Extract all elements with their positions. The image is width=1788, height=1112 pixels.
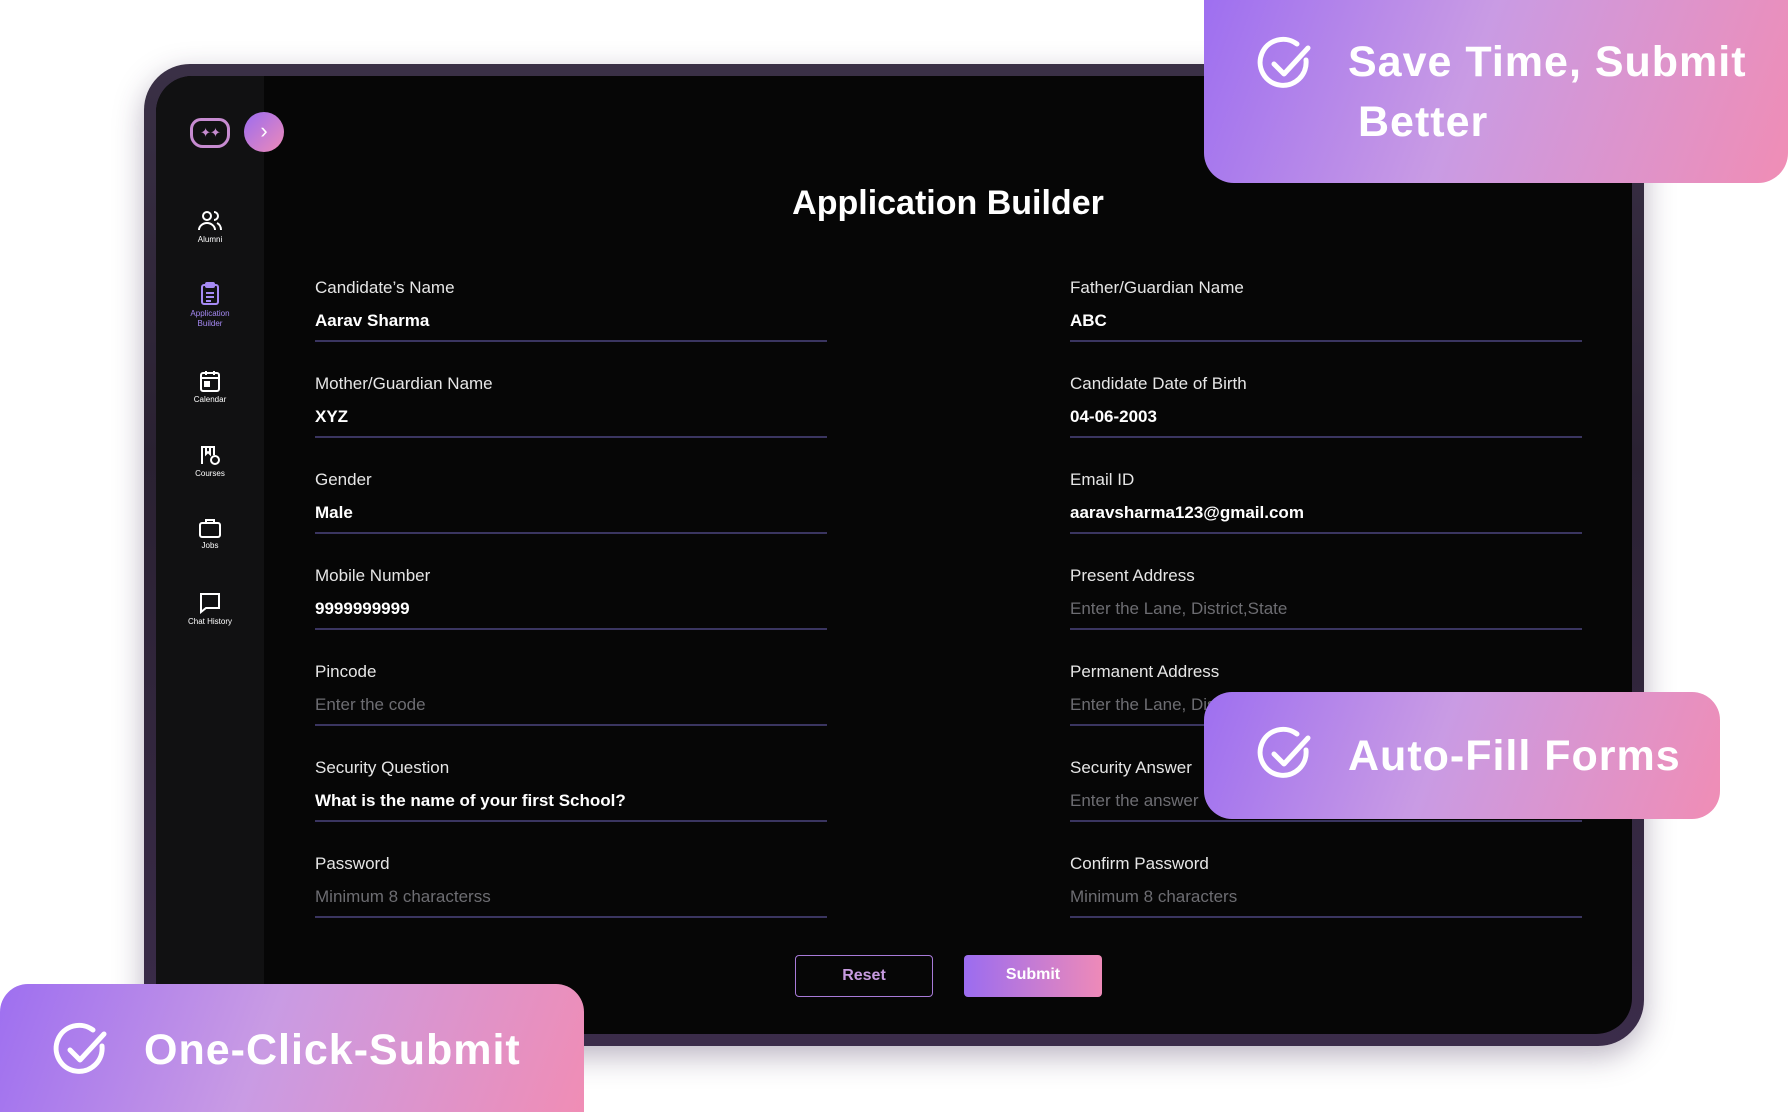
field-label: Gender — [315, 470, 372, 489]
gender-field[interactable]: Gender Male — [315, 470, 827, 534]
confirm-password-field[interactable]: Confirm Password Minimum 8 characters — [1070, 854, 1582, 918]
courses-icon — [201, 446, 220, 465]
dob-field[interactable]: Candidate Date of Birth 04-06-2003 — [1070, 374, 1582, 438]
sidebar-item-chat-history[interactable]: Chat History — [156, 592, 264, 627]
callout-save-time: Save Time, Submit Better — [1204, 0, 1788, 183]
field-placeholder: Minimum 8 characterss — [315, 887, 491, 906]
field-label: Mobile Number — [315, 566, 431, 585]
callout-auto-fill: Auto-Fill Forms — [1204, 692, 1720, 819]
sidebar-item-label: Application Builder — [190, 309, 230, 328]
chevron-right-icon: › — [260, 118, 268, 143]
field-placeholder: Enter the Lane, District,State — [1070, 599, 1288, 618]
field-label: Mother/Guardian Name — [315, 374, 493, 393]
sidebar-item-label: Courses — [195, 469, 225, 478]
field-value: 9999999999 — [315, 599, 410, 618]
email-field[interactable]: Email ID aaravsharma123@gmail.com — [1070, 470, 1582, 534]
chat-icon — [200, 593, 220, 614]
password-field[interactable]: Password Minimum 8 characterss — [315, 854, 827, 918]
mobile-number-field[interactable]: Mobile Number 9999999999 — [315, 566, 827, 630]
field-label: Security Answer — [1070, 758, 1192, 777]
check-circle-icon — [1257, 726, 1311, 778]
briefcase-icon — [199, 519, 221, 538]
father-name-field[interactable]: Father/Guardian Name ABC — [1070, 278, 1582, 342]
callout-text: Auto-Fill Forms — [1348, 732, 1681, 780]
sidebar-item-jobs[interactable]: Jobs — [156, 518, 264, 551]
page-title: Application Builder — [792, 184, 1104, 222]
field-label: Candidate Date of Birth — [1070, 374, 1247, 393]
field-value: Male — [315, 503, 353, 522]
expand-sidebar-button[interactable]: › — [244, 112, 284, 152]
field-value: XYZ — [315, 407, 349, 426]
app-screen: ✦✦ Alumni Application Builder Calendar Co… — [156, 76, 1632, 1034]
app-logo-icon: ✦✦ — [190, 118, 230, 148]
callout-text: Better — [1358, 98, 1489, 146]
sidebar-item-courses[interactable]: Courses — [156, 444, 264, 479]
calendar-icon — [200, 371, 220, 392]
sidebar-item-label: Calendar — [193, 395, 227, 404]
sidebar-item-label: Alumni — [197, 235, 223, 244]
field-label: Father/Guardian Name — [1070, 278, 1244, 297]
callout-one-click: One-Click-Submit — [0, 984, 584, 1112]
check-circle-icon — [53, 1022, 107, 1074]
callout-text: One-Click-Submit — [144, 1026, 521, 1074]
clipboard-icon — [201, 282, 219, 305]
sidebar-item-calendar[interactable]: Calendar — [156, 370, 264, 405]
candidate-name-field[interactable]: Candidate’s Name Aarav Sharma — [315, 278, 827, 342]
sidebar-item-label: Jobs — [201, 541, 219, 550]
field-value: What is the name of your first School? — [315, 791, 626, 810]
field-value: 04-06-2003 — [1070, 407, 1157, 426]
field-label: Password — [315, 854, 390, 873]
security-question-field[interactable]: Security Question What is the name of yo… — [315, 758, 827, 822]
mother-name-field[interactable]: Mother/Guardian Name XYZ — [315, 374, 827, 438]
field-value: aaravsharma123@gmail.com — [1070, 503, 1304, 522]
pincode-field[interactable]: Pincode Enter the code — [315, 662, 827, 726]
field-label: Pincode — [315, 662, 377, 681]
field-label: Confirm Password — [1070, 854, 1209, 873]
field-label: Permanent Address — [1070, 662, 1220, 681]
submit-button[interactable]: Submit — [964, 955, 1102, 997]
field-label: Email ID — [1070, 470, 1135, 489]
present-address-field[interactable]: Present Address Enter the Lane, District… — [1070, 566, 1582, 630]
field-placeholder: Enter the answer — [1070, 791, 1199, 810]
reset-button[interactable]: Reset — [795, 955, 933, 997]
sidebar-item-label: Chat History — [187, 617, 232, 626]
check-circle-icon — [1257, 36, 1311, 88]
field-value: Aarav Sharma — [315, 311, 430, 330]
field-label: Candidate’s Name — [315, 278, 455, 297]
field-placeholder: Minimum 8 characters — [1070, 887, 1238, 906]
sidebar-item-application-builder[interactable]: Application Builder — [156, 282, 264, 329]
field-value: ABC — [1070, 311, 1107, 330]
field-label: Security Question — [315, 758, 450, 777]
field-label: Present Address — [1070, 566, 1195, 585]
callout-text: Save Time, Submit — [1348, 38, 1747, 86]
field-placeholder: Enter the code — [315, 695, 426, 714]
